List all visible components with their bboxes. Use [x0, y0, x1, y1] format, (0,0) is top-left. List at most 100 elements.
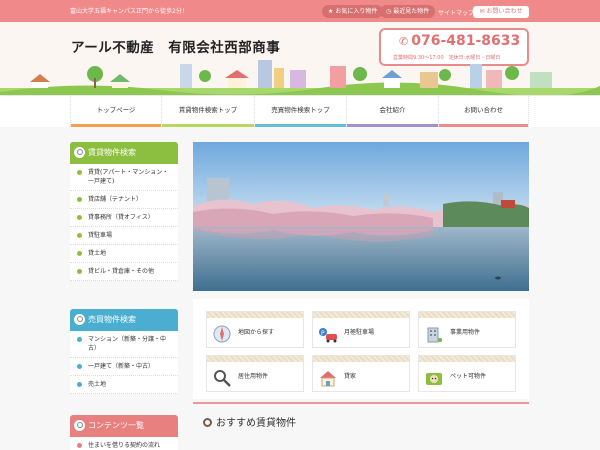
sidebar-item-label: 貸ビル・貸倉庫・その他: [88, 268, 155, 275]
tile-label: 貸家: [344, 373, 357, 380]
nav-label: お問い合わせ: [464, 106, 503, 114]
bullet-icon: [77, 364, 82, 369]
recent-label: 最近見た物件: [393, 8, 430, 15]
recent-viewed-button[interactable]: ◷ 最近見た物件: [380, 5, 436, 18]
cherry-blossom-lake-photo: [193, 142, 529, 291]
nav-underline: [439, 124, 528, 127]
sidebar-item-rental-parking[interactable]: 貸駐車場: [70, 227, 178, 245]
sidebar-item-rental-office[interactable]: 貸事務所（貸オフィス）: [70, 209, 178, 227]
nav-item-sale-search[interactable]: 売買物件検索トップ: [254, 96, 346, 127]
contents-heading: コンテンツ一覧: [70, 415, 178, 437]
section-title-text: おすすめ賃貸物件: [216, 418, 296, 429]
sidebar-item-label: 貸店舗（テナント）: [88, 196, 143, 203]
sidebar-item-rental-shop[interactable]: 貸店舗（テナント）: [70, 191, 178, 209]
map-compass-icon: [213, 325, 231, 343]
bullet-icon: [77, 215, 82, 220]
sale-search-heading: 売買物件検索: [70, 309, 178, 331]
header: アール不動産 有限会社西部商事 ✆ 076-481-8633 営業時間9:30～1…: [0, 22, 600, 95]
nav-label: 売買物件検索トップ: [271, 106, 330, 114]
tile-pattern: [419, 312, 515, 318]
nav-label: 会社紹介: [379, 106, 406, 114]
sidebar-item-rental-building[interactable]: 貸ビル・貸倉庫・その他: [70, 263, 178, 281]
tile-pattern: [419, 356, 515, 362]
bullet-icon: [77, 233, 82, 238]
sidebar-item-rental-housing[interactable]: 賃貸(アパート・マンション・一戸建て): [70, 164, 178, 191]
sidebar-item-rental-land[interactable]: 貸土地: [70, 245, 178, 263]
phone-number: ✆ 076-481-8633: [399, 33, 520, 49]
sale-search-list: マンション（新築・分譲・中古） 一戸建て（新築・中古） 売土地: [70, 331, 178, 394]
contents-title: コンテンツ一覧: [88, 421, 144, 430]
sidebar-item-sale-land[interactable]: 売土地: [70, 376, 178, 394]
bullet-icon: [77, 382, 82, 387]
nav-underline: [255, 124, 346, 127]
nav-underline: [347, 124, 438, 127]
nav-label: 賃貸物件検索トップ: [178, 106, 238, 114]
tile-rental-house[interactable]: 貸家: [312, 355, 410, 392]
history-icon: ◷: [386, 8, 392, 15]
sidebar-item-label: 一戸建て（新築・中古）: [88, 363, 155, 370]
nav-item-top[interactable]: トップページ: [70, 96, 161, 127]
tile-monthly-parking[interactable]: P 月極駐車場: [312, 311, 410, 348]
parking-car-icon: P: [319, 328, 337, 343]
tile-pattern: [313, 356, 409, 362]
tile-business-property[interactable]: 事業用物件: [418, 311, 516, 348]
sidebar-item-label: マンション（新築・分譲・中古）: [88, 336, 167, 352]
bullet-icon: [77, 170, 82, 175]
sidebar-item-label: 貸駐車場: [88, 232, 113, 239]
nav-label: トップページ: [96, 106, 136, 114]
circle-bullet-icon: [203, 418, 212, 427]
house-icon: [320, 371, 336, 387]
nav-underline: [71, 124, 161, 127]
tile-label: ペット可物件: [450, 373, 487, 380]
svg-text:P: P: [321, 330, 325, 337]
mail-icon: ✉: [479, 8, 485, 15]
rental-search-title: 賃貸物件検索: [88, 148, 136, 157]
nav-item-rental-search[interactable]: 賃貸物件検索トップ: [161, 96, 254, 127]
tile-pattern: [207, 356, 303, 362]
phone-number-text: 076-481-8633: [411, 33, 521, 49]
global-nav: トップページ 賃貸物件検索トップ 売買物件検索トップ 会社紹介 お問い合わせ: [0, 95, 600, 127]
contents-list: 住まいを借りる契約の流れ: [70, 437, 178, 450]
sidebar-item-label: 売土地: [88, 381, 107, 388]
sidebar-item-label: 住まいを借りる契約の流れ: [88, 442, 161, 449]
bullet-icon: [77, 337, 82, 342]
contact-top-label: お問い合わせ: [486, 8, 523, 15]
nav-item-company[interactable]: 会社紹介: [346, 96, 438, 127]
phone-icon: ✆: [399, 35, 409, 48]
search-icon: [74, 314, 85, 325]
sidebar-item-label: 貸事務所（貸オフィス）: [88, 214, 154, 221]
tile-residential-property[interactable]: 居住用物件: [206, 355, 304, 392]
bullet-icon: [77, 269, 82, 274]
recommended-rentals-heading: おすすめ賃貸物件: [203, 414, 296, 429]
townscape-illustration: [0, 60, 600, 95]
section-divider: [193, 402, 529, 404]
pet-dog-icon: [426, 373, 442, 385]
star-icon: ★: [328, 8, 334, 15]
sidebar-item-rental-contract-flow[interactable]: 住まいを借りる契約の流れ: [70, 437, 178, 450]
bullet-icon: [77, 251, 82, 256]
sidebar-item-sale-house[interactable]: 一戸建て（新築・中古）: [70, 358, 178, 376]
nav-item-contact[interactable]: お問い合わせ: [438, 96, 529, 127]
tile-pattern: [313, 312, 409, 318]
quick-links: 地図から探す P 月極駐車場 事業用物件 居住用物件 貸家 ペット可物件: [193, 299, 529, 399]
sitemap-link[interactable]: サイトマップ: [438, 8, 474, 17]
favorites-button[interactable]: ★ お気に入り物件: [322, 5, 384, 18]
contact-top-button[interactable]: ✉ お問い合わせ: [473, 6, 529, 18]
tile-pattern: [207, 312, 303, 318]
tile-label: 居住用物件: [238, 373, 269, 380]
search-icon: [74, 147, 85, 158]
tagline: 富山大学五福キャンパス正門から徒歩2分！: [70, 8, 188, 15]
favorites-label: お気に入り物件: [335, 8, 378, 15]
sidebar-item-label: 貸土地: [88, 250, 107, 257]
rental-search-heading: 賃貸物件検索: [70, 142, 178, 164]
tile-map-search[interactable]: 地図から探す: [206, 311, 304, 348]
sidebar-item-sale-mansion[interactable]: マンション（新築・分譲・中古）: [70, 331, 178, 358]
sale-search-title: 売買物件検索: [88, 315, 136, 324]
magnifier-icon: [214, 370, 231, 387]
tile-pet-friendly[interactable]: ペット可物件: [418, 355, 516, 392]
search-icon: [74, 420, 85, 431]
top-bar: 富山大学五福キャンパス正門から徒歩2分！ ★ お気に入り物件 ◷ 最近見た物件 サイ…: [0, 0, 600, 22]
nav-underline: [162, 124, 254, 127]
sidebar-item-label: 賃貸(アパート・マンション・一戸建て): [88, 169, 169, 185]
rental-search-list: 賃貸(アパート・マンション・一戸建て) 貸店舗（テナント） 貸事務所（貸オフィス…: [70, 164, 178, 281]
